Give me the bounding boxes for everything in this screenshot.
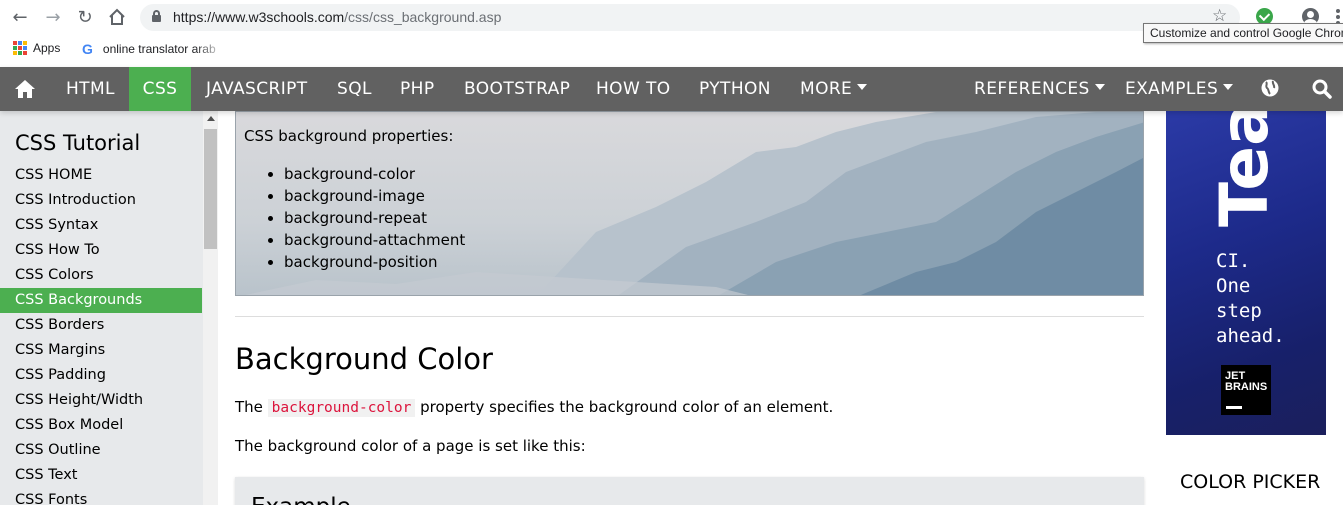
top-navigation: HTML CSS JAVASCRIPT SQL PHP BOOTSTRAP HO… bbox=[0, 67, 1343, 111]
nav-more-label: MORE bbox=[800, 79, 853, 99]
sidebar-item-css-backgrounds[interactable]: CSS Backgrounds bbox=[0, 288, 202, 313]
body-paragraph: The background color of a page is set li… bbox=[235, 437, 586, 455]
sidebar-item-css-box-model[interactable]: CSS Box Model bbox=[0, 413, 202, 438]
ad-line: CI. bbox=[1216, 250, 1251, 272]
nav-python[interactable]: PYTHON bbox=[699, 67, 771, 111]
nav-references[interactable]: REFERENCES bbox=[974, 67, 1105, 111]
intro-paragraph: The background-color property specifies … bbox=[235, 398, 834, 417]
globe-icon[interactable] bbox=[1259, 67, 1281, 111]
inline-code: background-color bbox=[267, 399, 416, 417]
background-demo-box: CSS background properties: background-co… bbox=[235, 111, 1144, 296]
home-nav-button[interactable] bbox=[0, 67, 50, 111]
demo-heading: CSS background properties: bbox=[244, 127, 454, 145]
ad-line: One bbox=[1216, 275, 1251, 297]
url-text[interactable]: https://www.w3schools.com/css/css_backgr… bbox=[173, 9, 501, 25]
sidebar-item-css-introduction[interactable]: CSS Introduction bbox=[0, 188, 202, 213]
nav-php[interactable]: PHP bbox=[400, 67, 435, 111]
ad-line: step bbox=[1216, 300, 1262, 322]
google-g-icon: G bbox=[82, 41, 93, 57]
sidebar-item-css-fonts[interactable]: CSS Fonts bbox=[0, 488, 202, 505]
example-box: Example bbox=[235, 477, 1144, 505]
jetbrains-ad-banner[interactable]: Tea CI. One step ahead. JET BRAINS bbox=[1166, 111, 1326, 435]
scroll-up-arrow-icon[interactable] bbox=[207, 116, 215, 121]
forward-arrow-icon[interactable]: → bbox=[42, 6, 64, 28]
home-icon bbox=[15, 80, 35, 98]
sidebar-item-css-borders[interactable]: CSS Borders bbox=[0, 313, 202, 338]
demo-property-list: background-color background-image backgr… bbox=[284, 163, 465, 273]
sidebar-item-css-height-width[interactable]: CSS Height/Width bbox=[0, 388, 202, 413]
section-title: Background Color bbox=[235, 342, 493, 376]
logo-bar bbox=[1226, 406, 1242, 409]
list-item: background-color bbox=[284, 163, 465, 185]
sidebar-scrollbar[interactable] bbox=[203, 111, 218, 505]
nav-html[interactable]: HTML bbox=[66, 67, 115, 111]
bookmark-apps[interactable]: Apps bbox=[13, 41, 60, 55]
nav-bootstrap[interactable]: BOOTSTRAP bbox=[464, 67, 570, 111]
sidebar-item-css-margins[interactable]: CSS Margins bbox=[0, 338, 202, 363]
sidebar: CSS Tutorial CSS HOME CSS Introduction C… bbox=[0, 111, 218, 505]
sidebar-item-css-home[interactable]: CSS HOME bbox=[0, 163, 202, 188]
scrollbar-thumb[interactable] bbox=[204, 129, 217, 249]
nav-references-label: REFERENCES bbox=[974, 79, 1090, 99]
home-icon[interactable] bbox=[106, 6, 128, 28]
reload-icon[interactable]: ↻ bbox=[74, 6, 96, 28]
nav-examples[interactable]: EXAMPLES bbox=[1125, 67, 1234, 111]
sidebar-item-css-how-to[interactable]: CSS How To bbox=[0, 238, 202, 263]
ad-headline: Tea bbox=[1206, 111, 1283, 227]
address-bar[interactable]: https://www.w3schools.com/css/css_backgr… bbox=[140, 4, 1240, 31]
bookmark-label: Apps bbox=[33, 41, 61, 55]
section-divider bbox=[235, 316, 1144, 317]
back-arrow-icon[interactable]: ← bbox=[9, 6, 31, 28]
jetbrains-logo: JET BRAINS bbox=[1221, 365, 1271, 415]
nav-sql[interactable]: SQL bbox=[337, 67, 372, 111]
list-item: background-attachment bbox=[284, 229, 465, 251]
nav-css[interactable]: CSS bbox=[129, 67, 191, 111]
bookmark-fade bbox=[195, 41, 225, 59]
sidebar-item-css-outline[interactable]: CSS Outline bbox=[0, 438, 202, 463]
apps-grid-icon bbox=[13, 41, 27, 55]
caret-down-icon bbox=[1094, 84, 1105, 90]
paragraph-text: The bbox=[235, 398, 268, 416]
sidebar-item-css-text[interactable]: CSS Text bbox=[0, 463, 202, 488]
search-icon[interactable] bbox=[1310, 67, 1334, 111]
lock-icon bbox=[152, 10, 161, 22]
caret-down-icon bbox=[857, 84, 868, 90]
example-title: Example bbox=[251, 494, 351, 505]
sidebar-item-css-colors[interactable]: CSS Colors bbox=[0, 263, 202, 288]
url-host: https://www.w3schools.com bbox=[173, 9, 345, 25]
color-picker-heading: COLOR PICKER bbox=[1180, 471, 1321, 493]
list-item: background-position bbox=[284, 251, 465, 273]
paragraph-text: property specifies the background color … bbox=[415, 398, 834, 416]
nav-examples-label: EXAMPLES bbox=[1125, 79, 1219, 99]
ad-line: ahead. bbox=[1216, 325, 1285, 347]
list-item: background-image bbox=[284, 185, 465, 207]
caret-down-icon bbox=[1223, 84, 1234, 90]
sidebar-title: CSS Tutorial bbox=[15, 131, 141, 155]
nav-more[interactable]: MORE bbox=[800, 67, 868, 111]
logo-text: BRAINS bbox=[1225, 381, 1268, 393]
chrome-menu-tooltip: Customize and control Google Chrome bbox=[1143, 23, 1343, 43]
list-item: background-repeat bbox=[284, 207, 465, 229]
sidebar-item-css-syntax[interactable]: CSS Syntax bbox=[0, 213, 202, 238]
sidebar-item-css-padding[interactable]: CSS Padding bbox=[0, 363, 202, 388]
nav-javascript[interactable]: JAVASCRIPT bbox=[206, 67, 308, 111]
ad-tagline: CI. One step ahead. bbox=[1216, 249, 1285, 349]
nav-how-to[interactable]: HOW TO bbox=[596, 67, 671, 111]
url-path: /css/css_background.asp bbox=[344, 9, 502, 25]
browser-toolbar: ← → ↻ https://www.w3schools.com/css/css_… bbox=[0, 0, 1343, 35]
